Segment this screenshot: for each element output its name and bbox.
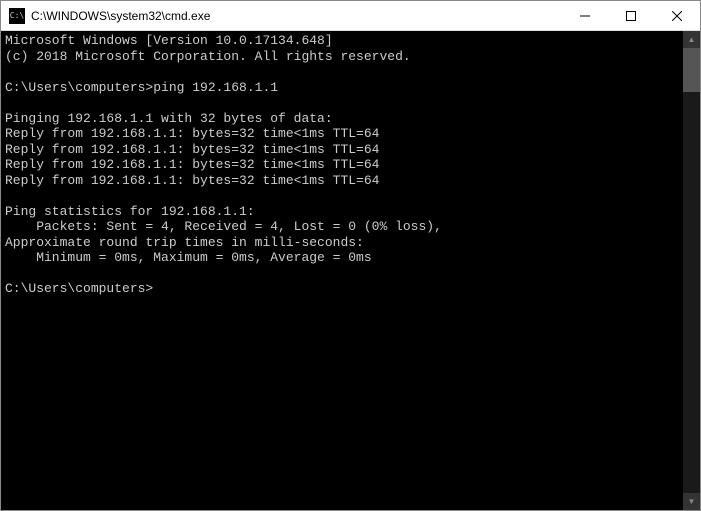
terminal-line: Reply from 192.168.1.1: bytes=32 time<1m… (5, 173, 679, 189)
terminal-line (5, 95, 679, 111)
window-controls (562, 1, 700, 30)
console-area: Microsoft Windows [Version 10.0.17134.64… (1, 31, 700, 510)
terminal-line (5, 266, 679, 282)
terminal-line (5, 188, 679, 204)
terminal-line: Reply from 192.168.1.1: bytes=32 time<1m… (5, 126, 679, 142)
terminal-line: Packets: Sent = 4, Received = 4, Lost = … (5, 219, 679, 235)
terminal-line: Ping statistics for 192.168.1.1: (5, 204, 679, 220)
scrollbar-thumb[interactable] (683, 48, 700, 92)
vertical-scrollbar[interactable]: ▲ ▼ (683, 31, 700, 510)
terminal-output[interactable]: Microsoft Windows [Version 10.0.17134.64… (1, 31, 683, 510)
minimize-button[interactable] (562, 1, 608, 30)
terminal-line: (c) 2018 Microsoft Corporation. All righ… (5, 49, 679, 65)
terminal-line: Reply from 192.168.1.1: bytes=32 time<1m… (5, 157, 679, 173)
terminal-line (5, 64, 679, 80)
maximize-icon (626, 11, 636, 21)
minimize-icon (580, 11, 590, 21)
scrollbar-track[interactable] (683, 48, 700, 493)
cmd-icon: C:\ (9, 8, 25, 24)
close-button[interactable] (654, 1, 700, 30)
scroll-up-button[interactable]: ▲ (683, 31, 700, 48)
terminal-line: Reply from 192.168.1.1: bytes=32 time<1m… (5, 142, 679, 158)
terminal-line: Minimum = 0ms, Maximum = 0ms, Average = … (5, 250, 679, 266)
terminal-line: C:\Users\computers>ping 192.168.1.1 (5, 80, 679, 96)
window-title: C:\WINDOWS\system32\cmd.exe (31, 9, 562, 23)
terminal-line: C:\Users\computers> (5, 281, 679, 297)
scroll-down-button[interactable]: ▼ (683, 493, 700, 510)
terminal-line: Pinging 192.168.1.1 with 32 bytes of dat… (5, 111, 679, 127)
close-icon (672, 11, 682, 21)
titlebar[interactable]: C:\ C:\WINDOWS\system32\cmd.exe (1, 1, 700, 31)
terminal-line: Microsoft Windows [Version 10.0.17134.64… (5, 33, 679, 49)
terminal-line: Approximate round trip times in milli-se… (5, 235, 679, 251)
maximize-button[interactable] (608, 1, 654, 30)
